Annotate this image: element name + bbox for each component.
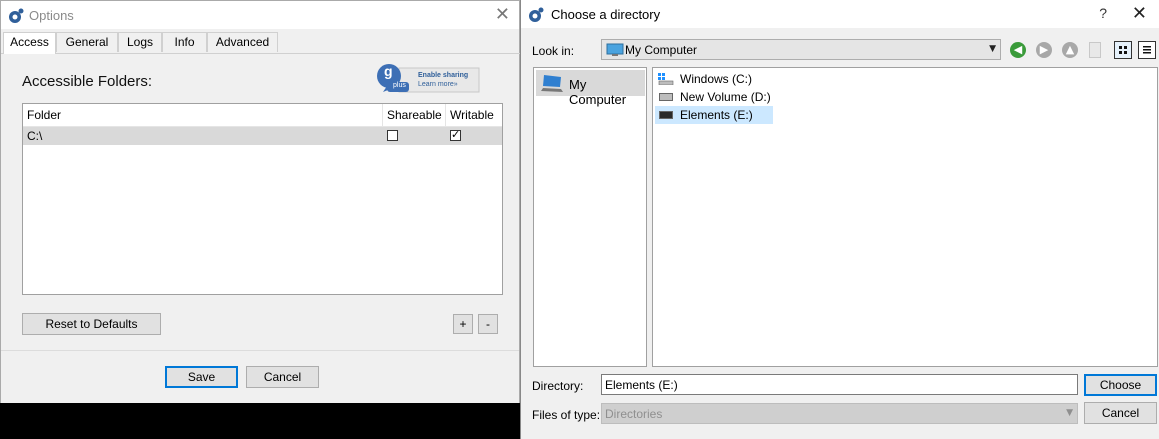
forward-icon[interactable]: ▶ <box>1036 42 1052 58</box>
places-sidebar: My Computer <box>533 67 647 367</box>
enable-sharing-badge[interactable]: g plus Enable sharing Learn more» <box>373 62 481 98</box>
windows-drive-icon <box>658 73 674 85</box>
drive-icon <box>659 111 673 119</box>
options-footer: Save Cancel <box>1 350 519 403</box>
file-name: Windows (C:) <box>680 72 753 86</box>
computer-icon <box>606 43 624 56</box>
help-icon[interactable]: ? <box>1099 5 1107 21</box>
look-in-value: My Computer <box>625 43 698 57</box>
file-type-value: Directories <box>605 407 663 421</box>
file-list: Windows (C:) New Volume (D:) Elements (E… <box>652 67 1158 367</box>
app-logo-icon <box>529 7 544 22</box>
look-in-combo[interactable]: My Computer ▼ <box>601 39 1001 60</box>
tab-general[interactable]: General <box>56 32 118 52</box>
file-type-combo[interactable]: Directories ▼ <box>601 403 1078 424</box>
up-folder-icon[interactable]: ▲ <box>1062 42 1078 58</box>
remove-folder-button[interactable]: - <box>478 314 498 334</box>
new-folder-icon[interactable] <box>1089 42 1101 58</box>
directory-input[interactable]: Elements (E:) <box>601 374 1078 395</box>
drive-icon <box>659 93 673 101</box>
sidebar-item-my-computer[interactable]: My Computer <box>536 70 645 107</box>
list-item[interactable]: New Volume (D:) <box>655 88 773 106</box>
checkmark-icon: ✓ <box>451 128 461 141</box>
options-tabs: Access General Logs Info Advanced <box>1 32 521 54</box>
computer-icon <box>541 75 563 92</box>
gplus-letter: g <box>384 63 393 79</box>
close-icon[interactable]: ✕ <box>1132 3 1147 24</box>
sidebar-item-label: My Computer <box>569 77 627 107</box>
cancel-button[interactable]: Cancel <box>1084 402 1157 424</box>
options-title: Options <box>29 8 74 23</box>
choose-directory-dialog: Choose a directory ? ✕ Look in: My Compu… <box>520 0 1159 439</box>
directory-title: Choose a directory <box>551 7 661 22</box>
look-in-label: Look in: <box>532 44 575 58</box>
page-title: Accessible Folders: <box>22 73 153 90</box>
back-icon[interactable]: ◀ <box>1010 42 1026 58</box>
chevron-down-icon: ▼ <box>1066 408 1073 418</box>
options-dialog: Options ✕ Access General Logs Info Advan… <box>0 0 521 403</box>
shareable-checkbox[interactable] <box>387 130 398 141</box>
table-row[interactable]: C:\ ✓ <box>23 127 502 145</box>
column-header-folder[interactable]: Folder <box>23 104 382 126</box>
close-icon[interactable]: ✕ <box>495 4 510 25</box>
writable-checkbox[interactable]: ✓ <box>450 128 461 141</box>
tab-logs[interactable]: Logs <box>118 32 162 52</box>
save-button[interactable]: Save <box>165 366 238 388</box>
folders-table: Folder Shareable Writable C:\ ✓ <box>22 103 503 295</box>
file-type-label: Files of type: <box>532 408 601 422</box>
column-header-shareable[interactable]: Shareable <box>382 104 445 126</box>
tab-advanced[interactable]: Advanced <box>207 32 278 52</box>
file-name: New Volume (D:) <box>680 90 771 104</box>
tab-access[interactable]: Access <box>3 32 56 54</box>
learn-more-link[interactable]: Learn more» <box>418 81 458 88</box>
directory-label: Directory: <box>532 379 584 393</box>
detail-view-icon[interactable] <box>1138 41 1156 59</box>
file-name: Elements (E:) <box>680 108 753 122</box>
gplus-plus-text: plus <box>393 82 406 89</box>
add-folder-button[interactable]: + <box>453 314 473 334</box>
chevron-down-icon: ▼ <box>989 44 996 54</box>
options-title-bar: Options ✕ <box>1 1 519 29</box>
reset-to-defaults-button[interactable]: Reset to Defaults <box>22 313 161 335</box>
table-header: Folder Shareable Writable <box>23 104 502 127</box>
enable-sharing-text: Enable sharing <box>418 72 469 79</box>
app-logo-icon <box>9 8 24 23</box>
list-view-icon[interactable] <box>1114 41 1132 59</box>
folder-cell: C:\ <box>27 129 43 143</box>
list-item[interactable]: Windows (C:) <box>655 70 773 88</box>
tab-info[interactable]: Info <box>162 32 207 52</box>
cancel-button[interactable]: Cancel <box>246 366 319 388</box>
directory-title-bar: Choose a directory ? ✕ <box>521 0 1159 28</box>
list-item[interactable]: Elements (E:) <box>655 106 773 124</box>
choose-button[interactable]: Choose <box>1084 374 1157 396</box>
column-header-writable[interactable]: Writable <box>445 104 502 126</box>
